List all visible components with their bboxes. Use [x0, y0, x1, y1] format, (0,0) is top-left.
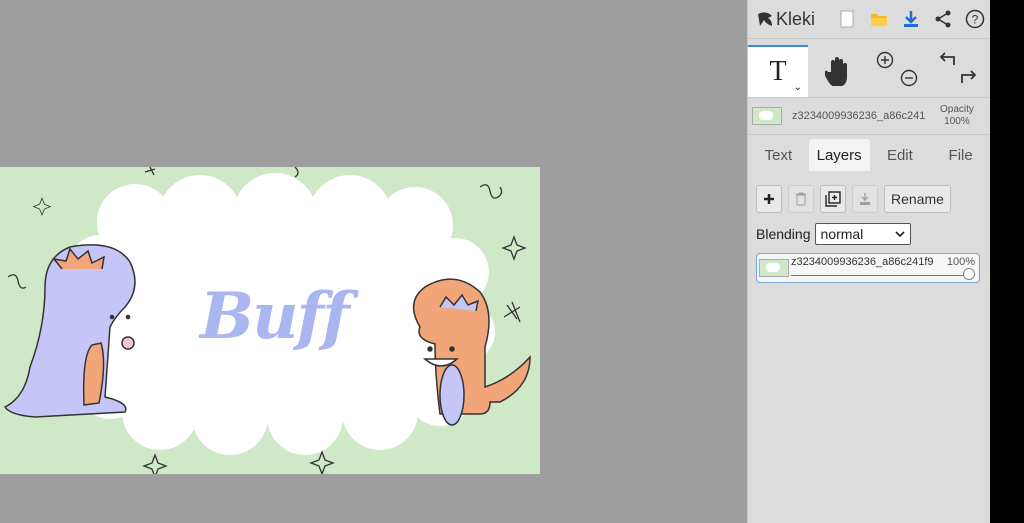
open-folder-button[interactable] [863, 0, 895, 38]
panel-tabs: Text Layers Edit File [748, 139, 991, 171]
opacity-value: 100% [944, 116, 970, 127]
blending-label: Blending [756, 226, 811, 242]
duplicate-layer-button[interactable] [820, 185, 846, 213]
layer-list-item[interactable]: z3234009936236_a86c241f9 100% [756, 253, 980, 283]
delete-layer-button[interactable] [788, 185, 814, 213]
layer-name: z3234009936236_a86c241f9 [791, 256, 934, 268]
opacity-label: Opacity [940, 104, 974, 115]
blending-row: Blending normal [756, 223, 983, 245]
kleki-logo[interactable]: Kleki [748, 9, 831, 30]
current-layer-opacity: Opacity 100% [940, 104, 974, 128]
canvas-image[interactable]: Buff [0, 167, 540, 474]
new-image-button[interactable] [831, 0, 863, 38]
layers-panel: Rename Blending normal z3234009936236_a8… [748, 171, 991, 291]
zoom-out-icon[interactable] [900, 69, 918, 87]
tab-text[interactable]: Text [748, 139, 809, 171]
plus-icon [764, 194, 774, 204]
new-image-icon [840, 10, 854, 28]
canvas-text-buff: Buff [200, 279, 350, 354]
text-tool-button[interactable]: T ⌄ [748, 45, 808, 97]
blending-select[interactable]: normal [814, 223, 911, 245]
zoom-in-icon[interactable] [876, 51, 894, 69]
blending-value: normal [820, 226, 864, 242]
canvas-area[interactable]: Buff [0, 0, 747, 523]
hand-tool-button[interactable] [808, 45, 868, 97]
app-name: Kleki [776, 8, 816, 29]
help-icon: ? [965, 9, 985, 29]
download-icon [904, 11, 919, 27]
zoom-buttons [868, 45, 928, 97]
trash-icon [796, 192, 806, 206]
tab-file[interactable]: File [930, 139, 991, 171]
share-icon [935, 10, 951, 28]
share-button[interactable] [927, 0, 959, 38]
chevron-down-icon[interactable]: ⌄ [794, 82, 802, 93]
open-folder-icon [871, 14, 888, 26]
undo-redo-buttons [928, 45, 988, 97]
merge-down-icon [860, 193, 870, 205]
side-panel: Kleki ? T ⌄ z3234009936236_a86c241 Opaci… [747, 0, 991, 523]
merge-layer-button[interactable] [852, 185, 878, 213]
top-toolbar: Kleki ? [748, 0, 991, 39]
add-layer-button[interactable] [756, 185, 782, 213]
download-button[interactable] [895, 0, 927, 38]
duplicate-icon [825, 191, 841, 207]
tool-row: T ⌄ [748, 45, 991, 98]
layer-opacity: 100% [946, 256, 975, 268]
text-tool-icon: T [769, 56, 787, 87]
layer-thumbnail [759, 259, 789, 277]
help-button[interactable]: ? [959, 0, 991, 38]
layer-opacity-knob[interactable] [963, 268, 975, 280]
rename-button[interactable]: Rename [884, 185, 951, 213]
chevron-down-icon [894, 231, 905, 237]
current-layer-info: z3234009936236_a86c241 Opacity 100% [748, 98, 991, 135]
kleki-logo-icon [758, 12, 772, 26]
tab-layers[interactable]: Layers [808, 139, 870, 171]
current-layer-name: z3234009936236_a86c241 [792, 110, 926, 122]
undo-icon[interactable] [938, 51, 956, 67]
layer-thumbnail [752, 107, 782, 125]
layer-opacity-slider[interactable] [791, 275, 969, 276]
layer-buttons: Rename [756, 185, 983, 213]
svg-text:?: ? [972, 13, 979, 27]
window-edge [990, 0, 1024, 523]
tab-edit[interactable]: Edit [870, 139, 931, 171]
hand-tool-icon [825, 57, 847, 86]
redo-icon[interactable] [960, 69, 978, 85]
